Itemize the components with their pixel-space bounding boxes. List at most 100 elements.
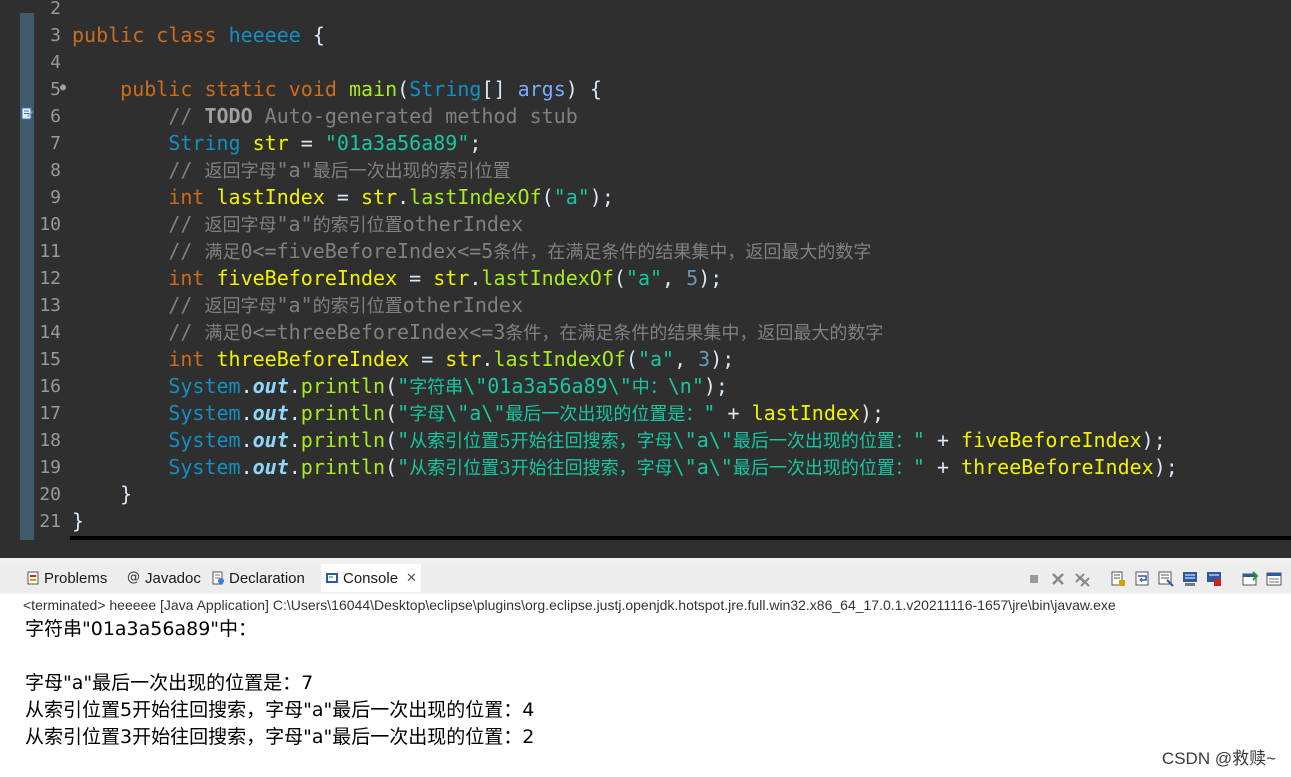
code-token: + xyxy=(924,455,962,479)
console-toolbar xyxy=(1025,568,1283,590)
code-line[interactable]: 18 System.out.println("从索引位置5开始往回搜索，字母\"… xyxy=(0,427,1291,454)
code-editor[interactable]: 2 3 public class heeeee {4 5 ● public static… xyxy=(0,0,1291,540)
code-token: 满足 xyxy=(204,323,241,344)
tab-problems[interactable]: Problems xyxy=(22,564,111,592)
show-on-stdout-icon[interactable] xyxy=(1157,570,1175,588)
code-line[interactable]: 4 xyxy=(0,49,1291,76)
scroll-left-arrow-icon[interactable]: < xyxy=(74,536,87,540)
line-number: 6 xyxy=(50,106,61,127)
code-line[interactable]: 13 // 返回字母"a"的索引位置otherIndex xyxy=(0,292,1291,319)
tab-console[interactable]: Console ✕ xyxy=(321,564,421,592)
code-line[interactable]: 8 // 返回字母"a"最后一次出现的索引位置 xyxy=(0,157,1291,184)
code-token: [] xyxy=(481,77,518,101)
code-line[interactable]: 3 public class heeeee { xyxy=(0,22,1291,49)
scroll-lock-icon[interactable] xyxy=(1109,570,1127,588)
code-token: ( xyxy=(385,428,398,452)
remove-launch-icon[interactable] xyxy=(1049,570,1067,588)
code-token: System xyxy=(168,401,241,425)
code-line[interactable]: 20 } xyxy=(0,481,1291,508)
code-line[interactable]: 14 // 满足0<=threeBeforeIndex<=3条件，在满足条件的结… xyxy=(0,319,1291,346)
code-text: System.out.println("字符串\"01a3a56a89\"中：\… xyxy=(72,373,728,401)
code-token: String xyxy=(168,131,241,155)
code-token: int xyxy=(168,347,205,371)
editor-horizontal-scrollbar[interactable]: < xyxy=(70,536,1291,540)
tab-declaration[interactable]: Declaration xyxy=(207,564,309,592)
console-icon xyxy=(326,573,338,583)
code-line[interactable]: 16 System.out.println("字符串\"01a3a56a89\"… xyxy=(0,373,1291,400)
code-line[interactable]: 7 String str = "01a3a56a89"; xyxy=(0,130,1291,157)
code-token: System xyxy=(168,428,241,452)
line-number: 15 xyxy=(39,349,61,370)
code-token: int xyxy=(168,185,205,209)
console-output[interactable]: 字符串"01a3a56a89"中： 字母"a"最后一次出现的位置是：7 从索引位… xyxy=(0,616,1291,777)
code-text: // TODO Auto-generated method stub xyxy=(72,103,577,130)
code-token: "a" xyxy=(553,185,590,209)
code-token: . xyxy=(288,455,301,479)
code-text: int threeBeforeIndex = str.lastIndexOf("… xyxy=(72,346,734,373)
line-number: 21 xyxy=(39,511,61,532)
code-token: TODO xyxy=(204,104,253,128)
code-line[interactable]: 21} xyxy=(0,508,1291,535)
code-token: = xyxy=(397,266,434,290)
terminate-icon[interactable] xyxy=(1025,570,1043,588)
code-token: "a" xyxy=(276,293,313,317)
line-number: 2 xyxy=(50,0,61,19)
code-line[interactable]: 9 int lastIndex = str.lastIndexOf("a"); xyxy=(0,184,1291,211)
show-on-stderr-icon[interactable] xyxy=(1181,570,1199,588)
code-token: ); xyxy=(589,185,614,209)
code-token: "a" xyxy=(625,266,663,290)
code-token: "a" xyxy=(637,347,675,371)
code-token: . xyxy=(240,455,253,479)
code-line[interactable]: 12 int fiveBeforeIndex = str.lastIndexOf… xyxy=(0,265,1291,292)
open-console-icon[interactable] xyxy=(1265,570,1283,588)
code-line[interactable]: 6 // TODO Auto-generated method stub xyxy=(0,103,1291,130)
code-token: 5 xyxy=(686,266,699,290)
code-token: 字符串 xyxy=(409,377,464,398)
line-number: 9 xyxy=(50,187,61,208)
pin-console-icon[interactable] xyxy=(1205,570,1223,588)
code-token: . xyxy=(481,347,494,371)
tab-javadoc-label: Javadoc xyxy=(145,569,201,587)
line-number: 14 xyxy=(39,322,61,343)
code-text: // 返回字母"a"的索引位置otherIndex xyxy=(72,211,523,239)
console-output-line: 从索引位置5开始往回搜索，字母"a"最后一次出现的位置：4 xyxy=(25,699,535,721)
code-token: lastIndex xyxy=(216,185,325,209)
code-line[interactable]: 15 int threeBeforeIndex = str.lastIndexO… xyxy=(0,346,1291,373)
remove-all-terminated-icon[interactable] xyxy=(1073,570,1091,588)
code-line[interactable]: 2 xyxy=(0,0,1291,22)
line-number: 4 xyxy=(50,52,61,73)
line-number: 18 xyxy=(39,430,61,451)
fold-toggle-icon[interactable]: ● xyxy=(60,83,66,93)
code-token: " xyxy=(397,455,410,479)
code-token: 3 xyxy=(698,347,711,371)
code-token: public xyxy=(120,77,193,101)
code-token: " xyxy=(397,374,410,398)
code-token: " xyxy=(397,428,410,452)
code-text: public static void main(String[] args) { xyxy=(72,76,602,103)
code-token: 返回字母 xyxy=(204,296,277,317)
code-line[interactable]: 10 // 返回字母"a"的索引位置otherIndex xyxy=(0,211,1291,238)
code-line[interactable]: 17 System.out.println("字母\"a\"最后一次出现的位置是… xyxy=(0,400,1291,427)
code-token: " xyxy=(912,428,925,452)
code-token: str xyxy=(445,347,482,371)
code-token: + xyxy=(715,401,752,425)
word-wrap-icon[interactable] xyxy=(1133,570,1151,588)
line-number: 12 xyxy=(39,268,61,289)
code-line[interactable]: 19 System.out.println("从索引位置3开始往回搜索，字母\"… xyxy=(0,454,1291,481)
close-icon[interactable]: ✕ xyxy=(406,570,417,586)
code-token: lastIndexOf xyxy=(409,185,542,209)
code-token: println xyxy=(300,374,386,398)
code-token: System xyxy=(168,374,241,398)
display-console-icon[interactable] xyxy=(1241,570,1259,588)
code-token: ) { xyxy=(565,77,602,101)
code-line[interactable]: 5 ● public static void main(String[] args… xyxy=(0,76,1291,103)
code-line[interactable]: 11 // 满足0<=fiveBeforeIndex<=5条件，在满足条件的结果… xyxy=(0,238,1291,265)
tab-javadoc[interactable]: @ Javadoc xyxy=(123,564,205,592)
